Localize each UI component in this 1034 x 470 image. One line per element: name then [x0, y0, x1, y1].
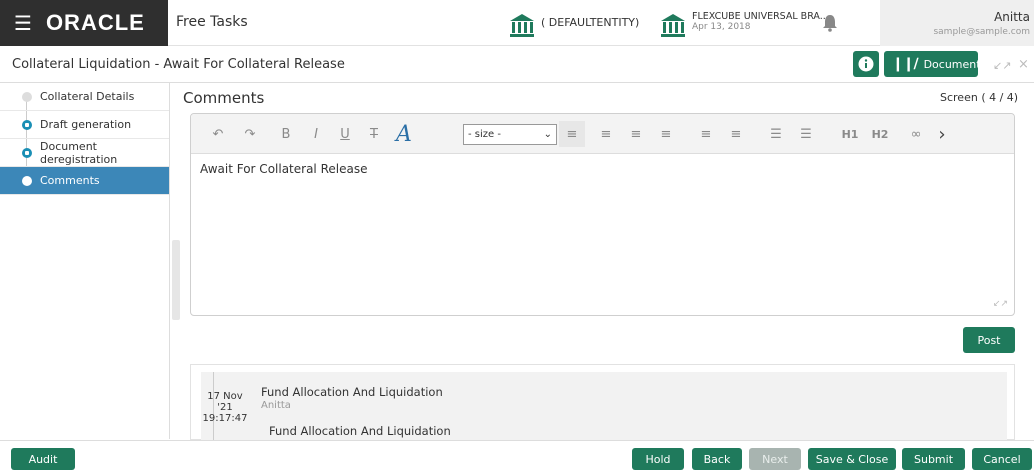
branch-selector[interactable]: FLEXCUBE UNIVERSAL BRA... Apr 13, 2018: [660, 12, 829, 38]
comment-title: Fund Allocation And Liquidation: [261, 385, 443, 399]
post-button[interactable]: Post: [963, 327, 1015, 353]
back-button[interactable]: Back: [692, 448, 742, 470]
link-icon[interactable]: ∞: [903, 121, 929, 147]
screen-number: Screen ( 4 / 4): [940, 91, 1019, 104]
hamburger-menu-icon[interactable]: ☰: [14, 11, 32, 35]
comment-date-time: 19:17:47: [202, 413, 248, 424]
branch-name: FLEXCUBE UNIVERSAL BRA...: [692, 11, 829, 22]
hold-button[interactable]: Hold: [632, 448, 684, 470]
top-header: ☰ ORACLE Free Tasks ( DEFAULTENTITY) FLE…: [0, 0, 1034, 46]
comment-author: Anitta: [261, 400, 291, 411]
minimize-icon[interactable]: ↙↗: [993, 59, 1011, 72]
step-pending-icon: [22, 92, 32, 102]
heading2-button[interactable]: H2: [867, 121, 893, 147]
underline-button[interactable]: U: [334, 121, 356, 147]
user-email: sample@sample.com: [933, 27, 1030, 37]
numbered-list-icon[interactable]: ☰: [795, 121, 817, 147]
cancel-button[interactable]: Cancel: [972, 448, 1032, 470]
align-left-icon[interactable]: ≡: [559, 121, 585, 147]
rich-text-editor[interactable]: ↶ ↷ B I U T A - size - ⌄ ≡ ≡ ≡ ≡ ≡ ≡ ☰ ☰…: [190, 113, 1015, 316]
font-size-value: - size -: [468, 129, 501, 140]
entity-label: ( DEFAULTENTITY): [541, 16, 640, 29]
submit-button[interactable]: Submit: [902, 448, 965, 470]
footer-bar: Audit Hold Back Next Save & Close Submit…: [0, 440, 1034, 470]
bank-icon: [510, 14, 534, 37]
comment-date: 17 Nov '21 19:17:47: [201, 391, 249, 424]
step-document-icon: [22, 120, 32, 130]
bell-icon[interactable]: [822, 14, 838, 32]
redo-icon[interactable]: ↷: [237, 121, 263, 147]
indent-icon[interactable]: ≡: [725, 121, 747, 147]
comment-text: Fund Allocation And Liquidation: [269, 424, 451, 438]
sidebar-item-draft-generation[interactable]: Draft generation: [0, 111, 169, 139]
font-size-select[interactable]: - size - ⌄: [463, 124, 557, 145]
outdent-icon[interactable]: ≡: [695, 121, 717, 147]
comments-list: 17 Nov '21 19:17:47 Fund Allocation And …: [190, 364, 1015, 441]
sidebar-item-label: Draft generation: [40, 118, 132, 131]
step-current-icon: [22, 176, 32, 186]
chevron-down-icon: ⌄: [543, 129, 552, 140]
font-color-button[interactable]: A: [391, 121, 417, 147]
comment-item: 17 Nov '21 19:17:47 Fund Allocation And …: [201, 372, 1007, 441]
bold-button[interactable]: B: [275, 121, 297, 147]
info-icon: [858, 56, 874, 72]
comment-date-day: 17 Nov: [207, 391, 243, 402]
strikethrough-button[interactable]: T: [363, 121, 385, 147]
user-menu[interactable]: Anitta sample@sample.com: [880, 0, 1034, 46]
audit-button[interactable]: Audit: [11, 448, 75, 470]
sidebar-item-label: Document deregistration: [40, 139, 118, 166]
chevron-right-icon[interactable]: ›: [931, 121, 953, 147]
undo-icon[interactable]: ↶: [205, 121, 231, 147]
bank-icon: [661, 14, 685, 37]
section-title: Comments: [183, 89, 265, 107]
step-document-icon: [22, 148, 32, 158]
comment-date-year: '21: [217, 402, 233, 413]
module-name: Free Tasks: [176, 14, 248, 30]
sidebar-item-comments[interactable]: Comments: [0, 167, 169, 195]
close-icon[interactable]: ×: [1018, 57, 1029, 72]
editor-toolbar: ↶ ↷ B I U T A - size - ⌄ ≡ ≡ ≡ ≡ ≡ ≡ ☰ ☰…: [191, 114, 1014, 154]
align-center-icon[interactable]: ≡: [595, 121, 617, 147]
align-justify-icon[interactable]: ≡: [655, 121, 677, 147]
bullet-list-icon[interactable]: ☰: [765, 121, 787, 147]
sidebar-item-collateral-details[interactable]: Collateral Details: [0, 83, 169, 111]
title-bar: Collateral Liquidation - Await For Colla…: [0, 47, 1034, 83]
align-right-icon[interactable]: ≡: [625, 121, 647, 147]
page-title: Collateral Liquidation - Await For Colla…: [12, 57, 345, 72]
sidebar-item-label: Collateral Details: [40, 90, 135, 103]
sidebar-item-document-deregistration[interactable]: Document deregistration: [0, 139, 169, 167]
editor-content[interactable]: Await For Collateral Release: [200, 162, 367, 176]
save-close-button[interactable]: Save & Close: [808, 448, 896, 470]
heading1-button[interactable]: H1: [837, 121, 863, 147]
step-sidebar: Collateral Details Draft generation Docu…: [0, 83, 170, 439]
documents-button[interactable]: ❙❙∕ Documents: [884, 51, 986, 77]
sidebar-item-label: Comments: [40, 174, 100, 187]
documents-label: Documents: [923, 57, 987, 71]
entity-selector[interactable]: ( DEFAULTENTITY): [509, 12, 639, 38]
branch-date: Apr 13, 2018: [692, 22, 751, 32]
books-icon: ❙❙∕: [892, 56, 919, 72]
user-name: Anitta: [994, 10, 1030, 24]
oracle-logo: ORACLE: [45, 10, 145, 35]
italic-button[interactable]: I: [305, 121, 327, 147]
next-button[interactable]: Next: [749, 448, 801, 470]
info-button[interactable]: [853, 51, 879, 77]
panel-splitter[interactable]: [172, 240, 180, 320]
resize-icon[interactable]: ↙↗: [993, 299, 1008, 309]
brand-bar: ☰ ORACLE: [0, 0, 168, 46]
